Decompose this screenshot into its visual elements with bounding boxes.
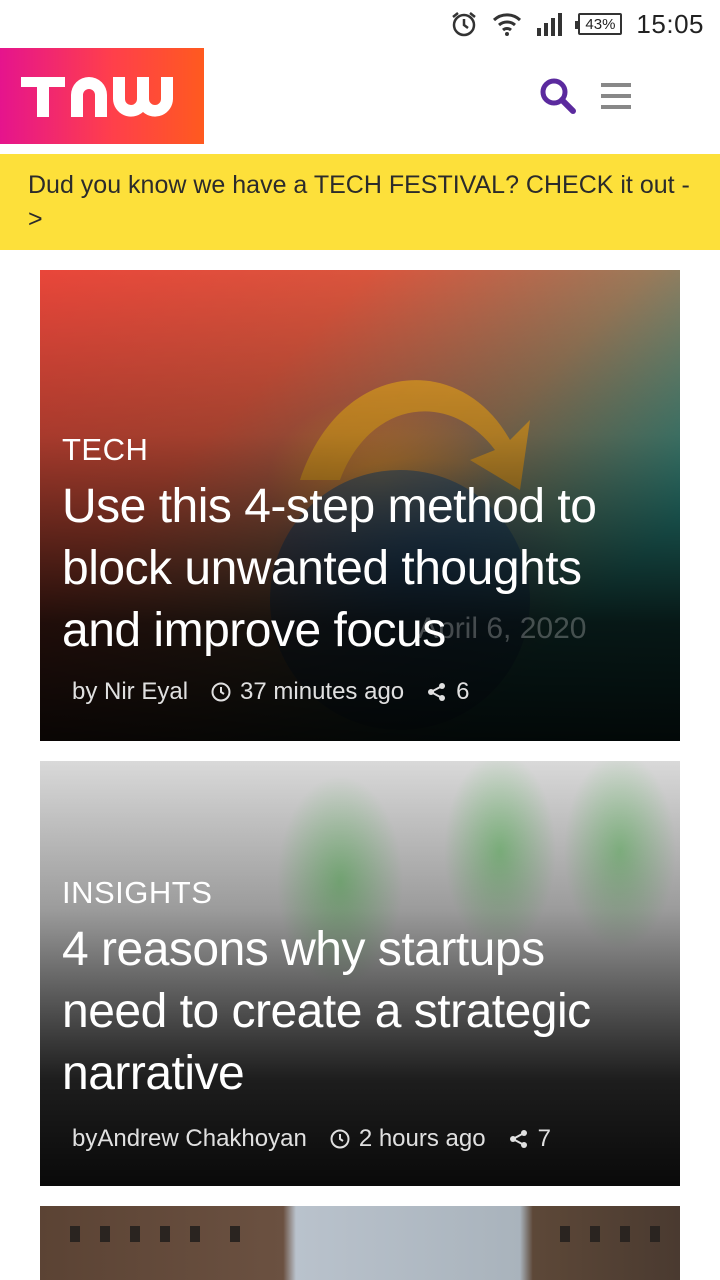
building-window [100, 1226, 110, 1242]
article-share-count: 6 [456, 678, 470, 705]
article-meta: byAndrew Chakhoyan 2 hours ago 7 [72, 1125, 551, 1153]
building-window [130, 1226, 140, 1242]
article-category[interactable]: INSIGHTS [62, 875, 658, 911]
festival-banner-text: Dud you know we have a TECH FESTIVAL? CH… [28, 171, 690, 233]
article-card[interactable] [40, 1206, 680, 1280]
clock-icon [330, 1129, 350, 1149]
building-window [560, 1226, 570, 1242]
article-content: INSIGHTS 4 reasons why startups need to … [62, 875, 658, 1105]
festival-banner[interactable]: Dud you know we have a TECH FESTIVAL? CH… [0, 154, 720, 250]
building-window [190, 1226, 200, 1242]
article-title[interactable]: 4 reasons why startups need to create a … [62, 919, 658, 1105]
building-window [160, 1226, 170, 1242]
article-shares[interactable]: 6 [426, 678, 470, 706]
alarm-icon [450, 10, 478, 38]
article-card[interactable]: INSIGHTS 4 reasons why startups need to … [40, 761, 680, 1186]
building-window [70, 1226, 80, 1242]
article-title[interactable]: Use this 4-step method to block unwanted… [62, 476, 658, 662]
article-share-count: 7 [537, 1125, 551, 1152]
article-time: 37 minutes ago [210, 678, 404, 706]
share-icon [428, 683, 446, 701]
site-header [0, 48, 720, 144]
article-category[interactable]: TECH [62, 432, 658, 468]
menu-button[interactable] [598, 78, 634, 114]
article-shares[interactable]: 7 [508, 1125, 551, 1153]
search-button[interactable] [538, 76, 578, 116]
battery-icon: 43% [575, 13, 623, 35]
building-window [590, 1226, 600, 1242]
status-bar: 43% 15:05 [0, 0, 720, 48]
article-time-text: 37 minutes ago [240, 678, 405, 705]
article-time-text: 2 hours ago [358, 1125, 486, 1152]
article-content: TECH Use this 4-step method to block unw… [62, 432, 658, 662]
tnw-logo-mark [21, 77, 173, 117]
wifi-icon [492, 11, 522, 37]
search-icon [540, 78, 576, 114]
signal-icon [536, 12, 564, 36]
article-author[interactable]: byAndrew Chakhoyan [72, 1125, 307, 1153]
hamburger-menu-icon [601, 83, 631, 109]
building-window [650, 1226, 660, 1242]
building-window [620, 1226, 630, 1242]
building-window [230, 1226, 240, 1242]
share-icon [509, 1130, 527, 1148]
tnw-logo[interactable] [0, 48, 204, 144]
article-time: 2 hours ago [329, 1125, 486, 1153]
clock: 15:05 [636, 8, 704, 39]
battery-level: 43% [585, 15, 616, 33]
clock-icon [211, 682, 231, 702]
article-meta: by Nir Eyal 37 minutes ago 6 [72, 678, 470, 706]
article-author[interactable]: by Nir Eyal [72, 678, 188, 706]
article-card[interactable]: April 6, 2020 TECH Use this 4-step metho… [40, 270, 680, 741]
